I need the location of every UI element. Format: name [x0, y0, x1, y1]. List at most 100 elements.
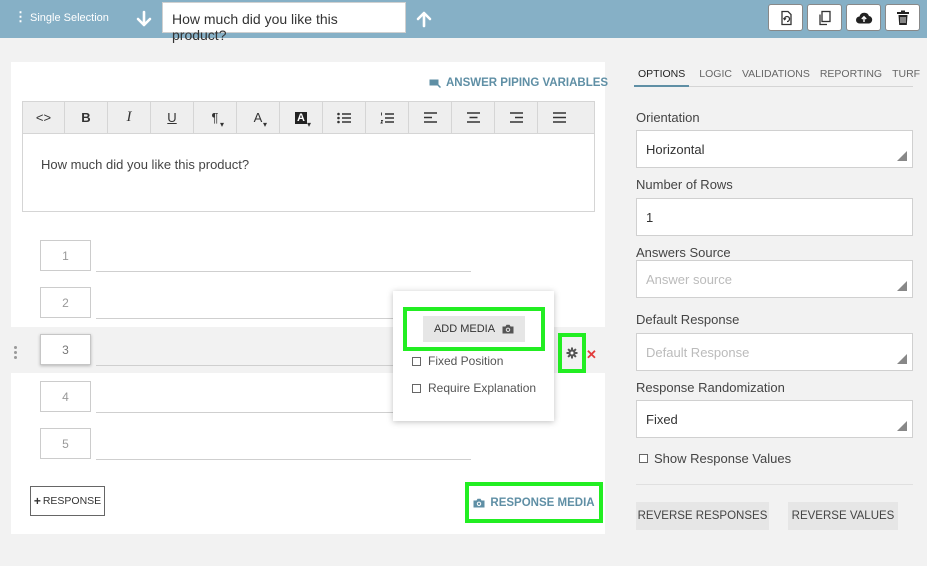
- select-arrow-icon: [897, 281, 907, 291]
- require-explanation-label: Require Explanation: [428, 381, 537, 395]
- rows-value: 1: [646, 210, 654, 225]
- info-icon[interactable]: ⋮: [14, 9, 27, 25]
- bullet-list-icon: [337, 112, 351, 123]
- rows-input[interactable]: 1: [636, 198, 913, 236]
- drag-handle-icon[interactable]: [14, 346, 18, 359]
- divider: [636, 484, 913, 485]
- answer-piping-label: ANSWER PIPING VARIABLES: [446, 77, 609, 89]
- default-response-placeholder: Default Response: [646, 345, 750, 360]
- cloud-upload-button[interactable]: [846, 4, 881, 31]
- rich-text-toolbar: <> B I U ¶ ▾ A ▾ A ▾: [22, 101, 595, 134]
- question-text-editor[interactable]: How much did you like this product?: [22, 134, 595, 212]
- bullet-list-button[interactable]: [323, 102, 366, 133]
- paragraph-button[interactable]: ¶ ▾: [194, 102, 237, 133]
- show-response-values-label: Show Response Values: [654, 451, 792, 466]
- randomization-value: Fixed: [646, 412, 678, 427]
- response-settings-button[interactable]: [558, 333, 586, 373]
- trash-icon: [896, 10, 909, 25]
- underline-icon: U: [167, 110, 177, 125]
- tab-reporting[interactable]: REPORTING: [820, 67, 882, 87]
- question-type-label[interactable]: Single Selection: [30, 12, 109, 24]
- answers-source-placeholder: Answer source: [646, 272, 732, 287]
- fixed-position-checkbox[interactable]: [412, 356, 421, 366]
- align-left-icon: [423, 112, 437, 123]
- background-color-button[interactable]: A ▾: [280, 102, 323, 133]
- refresh-doc-icon: [780, 10, 792, 25]
- delete-question-button[interactable]: [885, 4, 920, 31]
- show-response-values-option[interactable]: Show Response Values: [639, 451, 791, 466]
- numbered-list-button[interactable]: [366, 102, 409, 133]
- piping-icon: [429, 79, 441, 88]
- orientation-label: Orientation: [636, 110, 700, 125]
- randomization-select[interactable]: Fixed: [636, 400, 913, 438]
- refresh-doc-button[interactable]: [768, 4, 803, 31]
- gear-icon: [566, 347, 578, 359]
- numbered-list-icon: [380, 112, 394, 123]
- move-up-icon[interactable]: [414, 9, 434, 29]
- answers-source-select[interactable]: Answer source: [636, 260, 913, 298]
- orientation-value: Horizontal: [646, 142, 705, 157]
- orientation-select[interactable]: Horizontal: [636, 130, 913, 168]
- font-color-button[interactable]: A ▾: [237, 102, 280, 133]
- tab-options[interactable]: OPTIONS: [634, 67, 690, 87]
- fixed-position-option[interactable]: Fixed Position: [412, 354, 503, 368]
- background-color-icon: A: [295, 111, 307, 124]
- response-value-box[interactable]: 4: [40, 381, 91, 412]
- require-explanation-checkbox[interactable]: [412, 383, 421, 393]
- copy-button[interactable]: [807, 4, 842, 31]
- align-center-icon: [466, 112, 480, 123]
- response-media-label: RESPONSE MEDIA: [490, 496, 595, 509]
- response-text-line[interactable]: [96, 459, 471, 460]
- tab-validations[interactable]: VALIDATIONS: [742, 67, 810, 87]
- question-title-input[interactable]: How much did you like this product?: [162, 2, 406, 43]
- answers-source-label: Answers Source: [636, 245, 731, 260]
- reverse-responses-button[interactable]: REVERSE RESPONSES: [636, 502, 769, 530]
- camera-icon: [502, 324, 514, 334]
- align-left-button[interactable]: [409, 102, 452, 133]
- add-response-button[interactable]: + RESPONSE: [30, 486, 105, 516]
- default-response-label: Default Response: [636, 312, 740, 327]
- response-media-button[interactable]: RESPONSE MEDIA: [465, 482, 603, 523]
- align-right-button[interactable]: [495, 102, 538, 133]
- select-arrow-icon: [897, 151, 907, 161]
- top-bar: ⋮ Single Selection How much did you like…: [0, 0, 927, 43]
- tab-logic[interactable]: LOGIC: [699, 67, 732, 87]
- response-text-line[interactable]: [96, 271, 471, 272]
- dropdown-caret-icon: ▾: [262, 120, 267, 129]
- response-value-box[interactable]: 1: [40, 240, 91, 271]
- dropdown-caret-icon: ▾: [219, 120, 224, 129]
- align-center-button[interactable]: [452, 102, 495, 133]
- fixed-position-label: Fixed Position: [428, 354, 504, 368]
- add-response-label: RESPONSE: [42, 495, 102, 507]
- show-response-values-checkbox[interactable]: [639, 454, 648, 463]
- delete-response-icon[interactable]: ✕: [586, 347, 597, 363]
- font-color-icon: A: [253, 110, 263, 125]
- default-response-select[interactable]: Default Response: [636, 333, 913, 371]
- panel-tabs: OPTIONS LOGIC VALIDATIONS REPORTING TURF: [634, 67, 920, 87]
- bold-button[interactable]: B: [65, 102, 108, 133]
- camera-icon: [473, 498, 485, 507]
- answer-piping-link[interactable]: ANSWER PIPING VARIABLES: [429, 77, 608, 89]
- code-icon: <>: [35, 110, 52, 125]
- dropdown-caret-icon: ▾: [306, 120, 311, 129]
- response-value-box[interactable]: 5: [40, 428, 91, 459]
- italic-icon: I: [126, 109, 132, 125]
- italic-button[interactable]: I: [108, 102, 151, 133]
- align-right-icon: [509, 112, 523, 123]
- response-value-box[interactable]: 3: [40, 334, 91, 365]
- select-arrow-icon: [897, 354, 907, 364]
- require-explanation-option[interactable]: Require Explanation: [412, 381, 536, 395]
- add-media-button[interactable]: ADD MEDIA: [423, 316, 525, 342]
- reverse-values-button[interactable]: REVERSE VALUES: [788, 502, 898, 530]
- add-media-label: ADD MEDIA: [433, 323, 496, 335]
- randomization-label: Response Randomization: [636, 380, 785, 395]
- justify-icon: [553, 112, 566, 123]
- bold-icon: B: [81, 110, 91, 125]
- response-value-box[interactable]: 2: [40, 287, 91, 318]
- paragraph-icon: ¶: [211, 110, 219, 125]
- tab-turf[interactable]: TURF: [892, 67, 920, 87]
- justify-button[interactable]: [538, 102, 581, 133]
- code-view-button[interactable]: <>: [23, 102, 65, 133]
- move-down-icon[interactable]: [134, 9, 154, 29]
- underline-button[interactable]: U: [151, 102, 194, 133]
